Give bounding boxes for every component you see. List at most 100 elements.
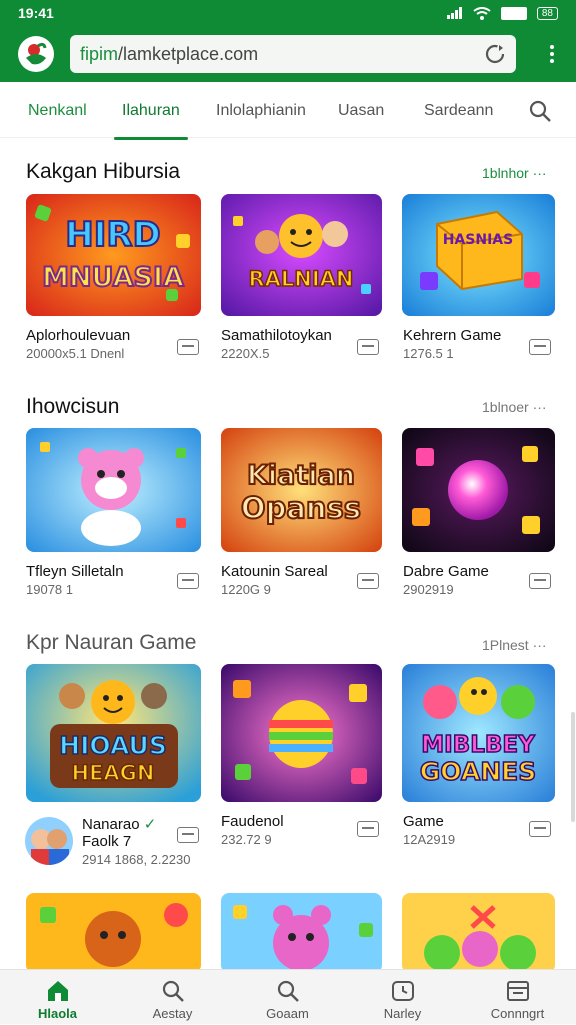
card-action-icon[interactable]: [177, 339, 199, 355]
game-meta: 232.72 9: [221, 832, 272, 847]
art-text: HIRD: [65, 215, 161, 255]
developer-avatar[interactable]: [25, 817, 73, 865]
game-art: [402, 428, 555, 552]
avatar-art: [25, 817, 73, 865]
wifi-icon: [473, 6, 491, 20]
game-art: [26, 893, 201, 973]
search-icon: [162, 980, 184, 1002]
card-action-icon[interactable]: [357, 339, 379, 355]
game-art: HIOAUS HEAGN: [26, 664, 201, 802]
game-title[interactable]: Samathilotoykan: [221, 327, 332, 344]
nav-label: Narley: [383, 1006, 422, 1021]
search-icon[interactable]: [528, 99, 552, 123]
game-art: [402, 893, 555, 973]
game-title[interactable]: Kehrern Game: [403, 327, 501, 344]
game-card-image[interactable]: RALNIAN: [221, 194, 382, 316]
game-art: [221, 664, 382, 802]
game-card-image[interactable]: HIRD MNUASIA: [26, 194, 201, 316]
game-card-image[interactable]: [26, 428, 201, 552]
art-text: MIBLBEY: [421, 732, 535, 758]
game-card-image[interactable]: MIBLBEY GOANES: [402, 664, 555, 802]
game-meta: 1220G 9: [221, 582, 271, 597]
game-art: HASNIAS: [402, 194, 555, 316]
game-title[interactable]: Katounin Sareal: [221, 563, 328, 580]
app-logo[interactable]: [18, 36, 54, 72]
inbox-icon: [506, 981, 529, 1001]
game-meta: 19078 1: [26, 582, 73, 597]
game-card-image[interactable]: [402, 428, 555, 552]
tab-item[interactable]: Nenkanl: [28, 102, 87, 120]
nav-search[interactable]: Aestay: [115, 970, 230, 1025]
nav-label: Connngrt: [490, 1006, 545, 1021]
status-icons: 88: [446, 6, 558, 20]
tab-item[interactable]: Inlolaphianin: [216, 102, 306, 120]
game-card-image[interactable]: [221, 893, 382, 973]
game-title[interactable]: Tfleyn Silletaln: [26, 563, 124, 580]
game-card-image[interactable]: HIOAUS HEAGN: [26, 664, 201, 802]
nav-inbox[interactable]: Connngrt: [460, 970, 575, 1025]
nav-home[interactable]: Hlaola: [0, 970, 115, 1025]
game-meta: 2914 1868, 2.2230: [82, 852, 191, 867]
art-text: HIOAUS: [59, 731, 167, 760]
game-card-image[interactable]: [221, 664, 382, 802]
game-art: MIBLBEY GOANES: [402, 664, 555, 802]
game-meta: 20000x5.1 Dnenl: [26, 346, 125, 361]
game-art: HIRD MNUASIA: [26, 194, 201, 316]
tab-item[interactable]: Uasan: [338, 102, 384, 120]
nav-history[interactable]: Narley: [345, 970, 460, 1025]
game-title[interactable]: Faudenol: [221, 813, 284, 830]
card-action-icon[interactable]: [357, 821, 379, 837]
game-title[interactable]: Dabre Game: [403, 563, 489, 580]
url-scheme: fipim: [80, 43, 119, 64]
nav-label: Hlaola: [37, 1006, 77, 1021]
game-art: RALNIAN: [221, 194, 382, 316]
art-text: HEAGN: [72, 761, 155, 785]
url-path: /lamketplace.com: [118, 43, 259, 64]
game-card-image[interactable]: HASNIAS: [402, 194, 555, 316]
section-title: Ihowcisun: [26, 395, 120, 418]
nav-label: Aestay: [152, 1006, 193, 1021]
scrollbar-thumb[interactable]: [571, 712, 575, 822]
see-more-label: 1blnoer: [482, 399, 529, 415]
art-text: HASNIAS: [443, 232, 513, 248]
art-text: MNUASIA: [42, 262, 184, 293]
url-text[interactable]: fipim/lamketplace.com: [80, 44, 484, 65]
game-card-image[interactable]: Kiatian Opanss: [221, 428, 382, 552]
game-title[interactable]: Aplorhoulevuan: [26, 327, 130, 344]
tab-item[interactable]: Sardeann: [424, 102, 493, 120]
status-time: 19:41: [18, 5, 54, 21]
card-action-icon[interactable]: [529, 339, 551, 355]
verified-icon: ✓: [143, 816, 157, 833]
see-more-link[interactable]: 1blnoer ···: [482, 399, 547, 415]
category-tabs: Nenkanl Ilahuran Inlolaphianin Uasan Sar…: [0, 82, 576, 140]
reload-icon[interactable]: [484, 43, 506, 65]
tab-item-active[interactable]: Ilahuran: [114, 102, 188, 140]
game-meta: 12A2919: [403, 832, 456, 847]
section-title: Kpr Nauran Game: [26, 631, 197, 654]
game-meta: 2902919: [403, 582, 454, 597]
section-title: Kakgan Hibursia: [26, 160, 181, 183]
see-more-link[interactable]: 1Plnest ···: [482, 637, 547, 653]
art-text: Kiatian: [247, 460, 355, 491]
battery-icon: [500, 6, 527, 20]
card-action-icon[interactable]: [177, 827, 199, 843]
overflow-menu-icon[interactable]: [542, 45, 562, 63]
game-card-image[interactable]: [26, 893, 201, 973]
see-more-link[interactable]: 1blnhor ···: [482, 165, 547, 181]
card-action-icon[interactable]: [357, 573, 379, 589]
logo-icon: [19, 37, 53, 71]
card-action-icon[interactable]: [177, 573, 199, 589]
address-bar[interactable]: fipim/lamketplace.com: [70, 35, 516, 73]
card-action-icon[interactable]: [529, 573, 551, 589]
history-icon: [391, 981, 414, 1001]
see-more-label: 1Plnest: [482, 637, 529, 653]
game-card-image[interactable]: [402, 893, 555, 973]
art-text: GOANES: [420, 757, 536, 786]
game-title[interactable]: Nanarao ✓: [82, 815, 156, 833]
game-subtitle: Faolk 7: [82, 833, 132, 850]
nav-search-secondary[interactable]: Goaam: [230, 970, 345, 1025]
battery-label: 88: [536, 6, 558, 20]
search-icon: [277, 980, 299, 1002]
game-title[interactable]: Game: [403, 813, 444, 830]
card-action-icon[interactable]: [529, 821, 551, 837]
